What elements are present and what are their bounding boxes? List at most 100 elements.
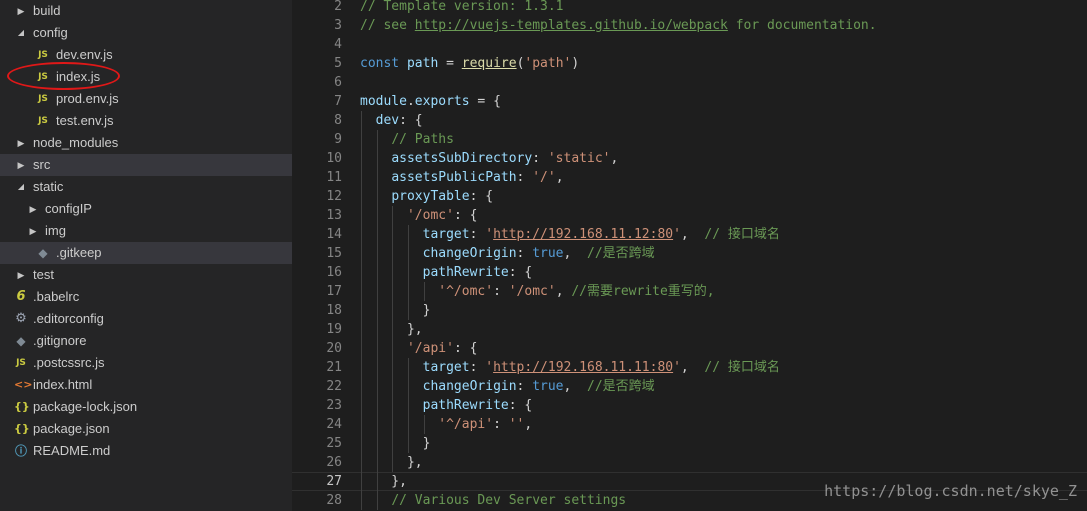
code-link[interactable]: http://192.168.11.11:80: [493, 360, 673, 375]
tree-folder-static[interactable]: ◢ static: [0, 176, 292, 198]
code-line[interactable]: 5 const path = require('path'): [292, 54, 1087, 73]
tree-item-label: package-lock.json: [33, 399, 138, 414]
code-link[interactable]: require: [462, 56, 517, 71]
tree-file-index-html[interactable]: <> index.html: [0, 374, 292, 396]
code-line[interactable]: 6: [292, 73, 1087, 92]
code-line[interactable]: 26 },: [292, 453, 1087, 472]
tree-item-label: dev.env.js: [56, 47, 113, 62]
tree-folder-node-modules[interactable]: ▶ node_modules: [0, 132, 292, 154]
code-token: }: [360, 436, 431, 451]
code-line[interactable]: 9 // Paths: [292, 130, 1087, 149]
code-line[interactable]: 16 pathRewrite: {: [292, 263, 1087, 282]
tree-file-gitkeep[interactable]: ◆ .gitkeep: [0, 242, 292, 264]
line-number: 11: [326, 170, 342, 185]
code-line[interactable]: 13 '/omc': {: [292, 206, 1087, 225]
code-token: :: [469, 360, 486, 375]
code-line[interactable]: 19 },: [292, 320, 1087, 339]
code-token: = {: [469, 94, 501, 109]
chevron-right-icon[interactable]: ▶: [28, 220, 38, 242]
code-token: pathRewrite: [422, 265, 509, 280]
chevron-right-icon[interactable]: ▶: [16, 154, 26, 176]
code-line[interactable]: 20 '/api': {: [292, 339, 1087, 358]
code-token: //需要rewrite重写的,: [571, 284, 715, 299]
code-line[interactable]: 17 '^/omc': '/omc', //需要rewrite重写的,: [292, 282, 1087, 301]
code-line[interactable]: 21 target: 'http://192.168.11.11:80', //…: [292, 358, 1087, 377]
code-token: '^/omc': [438, 284, 494, 299]
code-token: for documentation.: [727, 18, 877, 33]
git-file-icon: ◆: [16, 334, 26, 348]
code-line[interactable]: 8 dev: {: [292, 111, 1087, 130]
chevron-right-icon[interactable]: ▶: [16, 132, 26, 154]
tree-item-label: package.json: [33, 421, 110, 436]
code-text: const path = require('path'): [360, 54, 579, 73]
tree-item-label: .editorconfig: [33, 311, 104, 326]
tree-file-package-lock-json[interactable]: {} package-lock.json: [0, 396, 292, 418]
code-line[interactable]: 3 // see http://vuejs-templates.github.io…: [292, 16, 1087, 35]
code-line[interactable]: 15 changeOrigin: true, //是否跨域: [292, 244, 1087, 263]
tree-item-label: .gitignore: [33, 333, 87, 348]
code-token: '': [508, 417, 525, 432]
watermark-text: https://blog.csdn.net/skye_Z: [824, 482, 1077, 500]
tree-folder-src[interactable]: ▶ src: [0, 154, 292, 176]
code-token: : {: [469, 189, 494, 204]
code-line[interactable]: 2 // Template version: 1.3.1: [292, 0, 1087, 16]
tree-file-package-json[interactable]: {} package.json: [0, 418, 292, 440]
chevron-down-icon[interactable]: ◢: [16, 176, 26, 198]
tree-folder-config[interactable]: ◢ config: [0, 22, 292, 44]
tree-file-index-js[interactable]: JS index.js: [0, 66, 292, 88]
line-number: 16: [326, 265, 342, 280]
code-line[interactable]: 10 assetsSubDirectory: 'static',: [292, 149, 1087, 168]
code-link[interactable]: http://vuejs-templates.github.io/webpack: [415, 18, 728, 33]
tree-file-dev-env-js[interactable]: JS dev.env.js: [0, 44, 292, 66]
code-token: 'static': [547, 151, 611, 166]
tree-file-test-env-js[interactable]: JS test.env.js: [0, 110, 292, 132]
code-token: // 接口域名: [704, 360, 780, 375]
code-line[interactable]: 14 target: 'http://192.168.11.12:80', //…: [292, 225, 1087, 244]
tree-item-label: config: [33, 25, 68, 40]
tree-file-prod-env-js[interactable]: JS prod.env.js: [0, 88, 292, 110]
code-line[interactable]: 25 }: [292, 434, 1087, 453]
code-token: '/omc': [508, 284, 556, 299]
code-line[interactable]: 11 assetsPublicPath: '/',: [292, 168, 1087, 187]
tree-file-babelrc[interactable]: 6 .babelrc: [0, 286, 292, 308]
chevron-down-icon[interactable]: ◢: [16, 22, 26, 44]
code-link[interactable]: http://192.168.11.12:80: [493, 227, 673, 242]
javascript-file-icon: JS: [16, 358, 26, 368]
code-line[interactable]: 22 changeOrigin: true, //是否跨域: [292, 377, 1087, 396]
code-editor[interactable]: 2 // Template version: 1.3.1 3 // see http:…: [292, 0, 1087, 511]
tree-file-editorconfig[interactable]: ⚙ .editorconfig: [0, 308, 292, 330]
tree-item-label: src: [33, 157, 51, 172]
line-number: 6: [334, 75, 342, 90]
chevron-right-icon[interactable]: ▶: [16, 264, 26, 286]
code-line[interactable]: 4: [292, 35, 1087, 54]
code-line[interactable]: 23 pathRewrite: {: [292, 396, 1087, 415]
code-line[interactable]: 18 }: [292, 301, 1087, 320]
chevron-right-icon[interactable]: ▶: [16, 0, 26, 22]
tree-folder-img[interactable]: ▶ img: [0, 220, 292, 242]
code-token: ,: [563, 246, 587, 261]
tree-item-label: prod.env.js: [56, 91, 119, 106]
tree-folder-configip[interactable]: ▶ configIP: [0, 198, 292, 220]
code-text: // Various Dev Server settings: [360, 491, 626, 510]
chevron-right-icon[interactable]: ▶: [28, 198, 38, 220]
code-token: assetsSubDirectory: [391, 151, 533, 166]
line-number: 19: [326, 322, 342, 337]
tree-folder-build[interactable]: ▶ build: [0, 0, 292, 22]
tree-file-readme-md[interactable]: ⓘ README.md: [0, 440, 292, 462]
tree-file-postcssrc-js[interactable]: JS .postcssrc.js: [0, 352, 292, 374]
javascript-file-icon: JS: [38, 50, 48, 60]
code-token: },: [360, 322, 423, 337]
tree-file-gitignore[interactable]: ◆ .gitignore: [0, 330, 292, 352]
code-line[interactable]: 12 proxyTable: {: [292, 187, 1087, 206]
code-line[interactable]: 24 '^/api': '',: [292, 415, 1087, 434]
tree-folder-test[interactable]: ▶ test: [0, 264, 292, 286]
code-line[interactable]: 7 module.exports = {: [292, 92, 1087, 111]
tree-item-label: img: [45, 223, 66, 238]
code-token: exports: [414, 94, 470, 109]
